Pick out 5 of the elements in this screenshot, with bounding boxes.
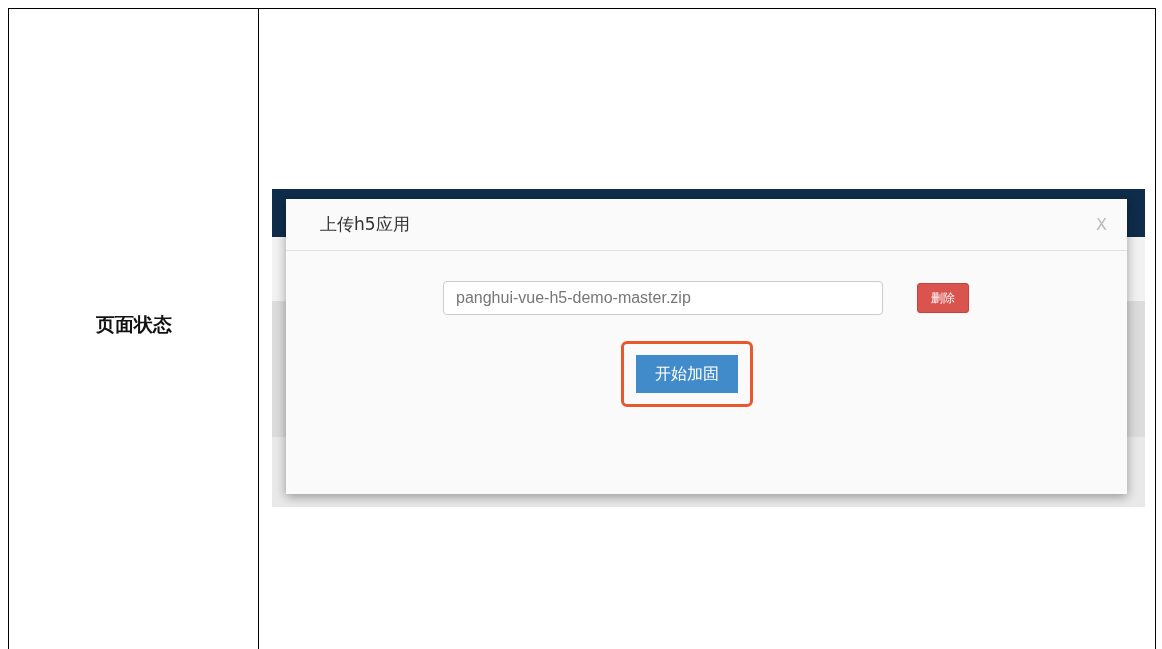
row-label: 页面状态 — [95, 312, 172, 337]
file-name-field[interactable]: panghui-vue-h5-demo-master.zip — [443, 281, 883, 315]
delete-button[interactable]: 删除 — [917, 283, 969, 313]
dialog-title: 上传h5应用 — [320, 213, 410, 236]
start-hardening-button[interactable]: 开始加固 — [635, 355, 738, 393]
